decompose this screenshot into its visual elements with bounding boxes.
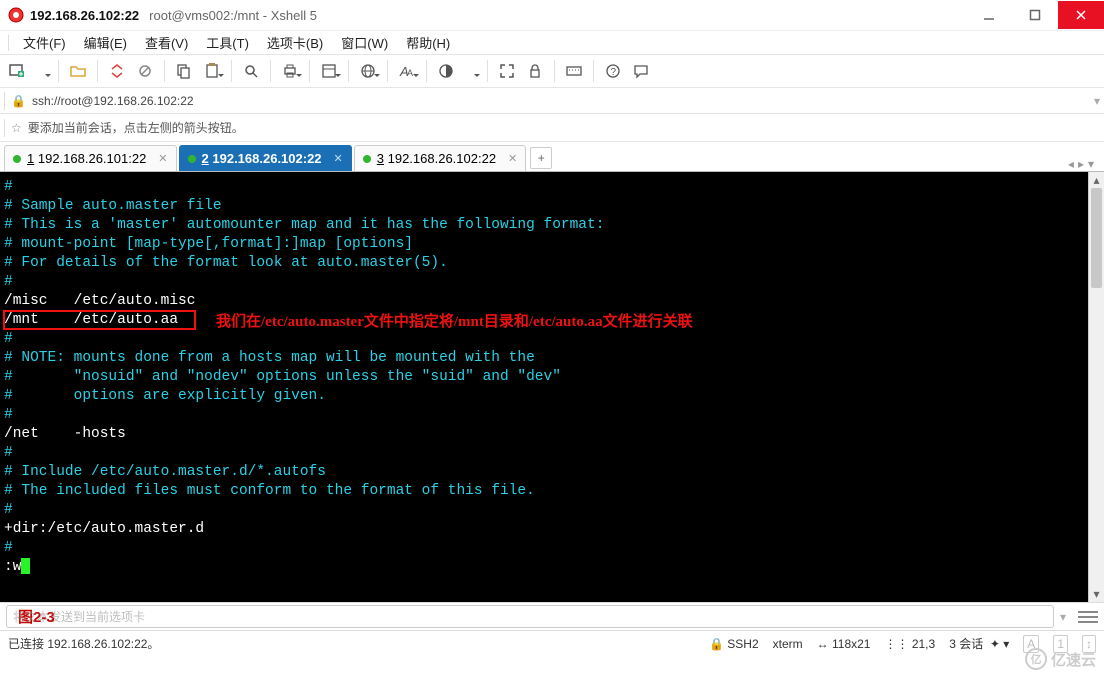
scroll-thumb[interactable] — [1091, 188, 1102, 288]
menu-file[interactable]: 文件(F) — [15, 31, 74, 54]
scroll-up-icon[interactable]: ▴ — [1089, 172, 1104, 188]
tab-prev-icon[interactable]: ◂ — [1068, 157, 1074, 171]
status-term: xterm — [773, 637, 803, 651]
disconnect-icon[interactable] — [132, 58, 158, 84]
close-tab-icon[interactable]: ✕ — [508, 152, 517, 165]
terminal-area: ## Sample auto.master file# This is a 'm… — [0, 172, 1104, 602]
titlebar: 192.168.26.102:22 root@vms002:/mnt - Xsh… — [0, 0, 1104, 30]
bookmark-add-icon[interactable]: ☆ — [11, 121, 22, 135]
watermark-icon: 亿 — [1025, 648, 1047, 670]
copy-icon[interactable] — [171, 58, 197, 84]
menu-window[interactable]: 窗口(W) — [333, 31, 396, 54]
hint-text: 要添加当前会话，点击左侧的箭头按钮。 — [28, 119, 244, 136]
close-tab-icon[interactable]: ✕ — [158, 152, 167, 165]
status-connection: 已连接 192.168.26.102:22。 — [8, 635, 159, 652]
status-dot-icon — [363, 155, 371, 163]
status-proto: 🔒 SSH2 — [709, 637, 759, 651]
fullscreen-icon[interactable] — [494, 58, 520, 84]
tab-session-2[interactable]: 2 192.168.26.102:22 ✕ — [179, 145, 352, 171]
scroll-down-icon[interactable]: ▾ — [1089, 586, 1104, 602]
status-dot-icon — [188, 155, 196, 163]
lock-icon[interactable] — [522, 58, 548, 84]
properties-icon[interactable] — [316, 58, 342, 84]
menu-edit[interactable]: 编辑(E) — [76, 31, 135, 54]
app-icon — [8, 7, 24, 23]
globe-icon[interactable] — [355, 58, 381, 84]
new-session-dropdown[interactable] — [32, 58, 52, 84]
menubar: 文件(F) 编辑(E) 查看(V) 工具(T) 选项卡(B) 窗口(W) 帮助(… — [0, 30, 1104, 54]
address-text[interactable]: ssh://root@192.168.26.102:22 — [32, 94, 1088, 108]
menu-tabs[interactable]: 选项卡(B) — [259, 31, 331, 54]
menu-view[interactable]: 查看(V) — [137, 31, 196, 54]
toolbar: AA ? — [0, 54, 1104, 88]
reconnect-icon[interactable] — [104, 58, 130, 84]
compose-input[interactable]: 将文本发送到当前选项卡 — [6, 605, 1054, 628]
tab-list-icon[interactable]: ▾ — [1088, 157, 1094, 171]
color-dropdown[interactable] — [461, 58, 481, 84]
compose-menu-icon[interactable] — [1078, 608, 1098, 626]
keyboard-icon[interactable] — [561, 58, 587, 84]
add-tab-button[interactable]: + — [530, 147, 552, 169]
minimize-button[interactable] — [966, 1, 1012, 29]
search-icon[interactable] — [238, 58, 264, 84]
annotation-box — [3, 310, 196, 330]
window-title-sub: root@vms002:/mnt - Xshell 5 — [149, 8, 317, 23]
font-icon[interactable]: AA — [394, 58, 420, 84]
hint-bar: ☆ 要添加当前会话，点击左侧的箭头按钮。 — [0, 114, 1104, 142]
terminal[interactable]: ## Sample auto.master file# This is a 'm… — [0, 172, 1088, 602]
svg-text:A: A — [407, 68, 413, 78]
status-pos: ⋮⋮ 21,3 — [884, 637, 935, 651]
address-dropdown-icon[interactable]: ▾ — [1094, 94, 1100, 108]
status-sessions: 3 会话 ✦ ▾ — [949, 635, 1009, 652]
compose-bar: 图2-3 将文本发送到当前选项卡 ▾ — [0, 602, 1104, 630]
watermark-text: 亿速云 — [1051, 649, 1096, 670]
tab-next-icon[interactable]: ▸ — [1078, 157, 1084, 171]
open-session-icon[interactable] — [65, 58, 91, 84]
tabbar: 1 192.168.26.101:22 ✕ 2 192.168.26.102:2… — [0, 142, 1104, 172]
maximize-button[interactable] — [1012, 1, 1058, 29]
tab-session-3[interactable]: 3 192.168.26.102:22 ✕ — [354, 145, 527, 171]
close-button[interactable] — [1058, 1, 1104, 29]
annotation-text: 我们在/etc/auto.master文件中指定将/mnt目录和/etc/aut… — [216, 310, 693, 331]
status-size: ↔ 118x21 — [817, 637, 871, 651]
menu-tools[interactable]: 工具(T) — [198, 31, 257, 54]
watermark: 亿 亿速云 — [1025, 648, 1096, 670]
chat-icon[interactable] — [628, 58, 654, 84]
status-dot-icon — [13, 155, 21, 163]
print-icon[interactable] — [277, 58, 303, 84]
tab-session-1[interactable]: 1 192.168.26.101:22 ✕ — [4, 145, 177, 171]
lock-small-icon: 🔒 — [11, 94, 26, 108]
statusbar: 已连接 192.168.26.102:22。 🔒 SSH2 xterm ↔ 11… — [0, 630, 1104, 656]
close-tab-icon[interactable]: ✕ — [334, 152, 343, 165]
address-bar: 🔒 ssh://root@192.168.26.102:22 ▾ — [0, 88, 1104, 114]
color-scheme-icon[interactable] — [433, 58, 459, 84]
compose-dropdown-icon[interactable]: ▾ — [1060, 610, 1066, 624]
scrollbar[interactable]: ▴ ▾ — [1088, 172, 1104, 602]
help-icon[interactable]: ? — [600, 58, 626, 84]
svg-text:?: ? — [611, 67, 617, 78]
paste-icon[interactable] — [199, 58, 225, 84]
new-session-icon[interactable] — [4, 58, 30, 84]
window-title-main: 192.168.26.102:22 — [30, 8, 139, 23]
menu-help[interactable]: 帮助(H) — [398, 31, 458, 54]
